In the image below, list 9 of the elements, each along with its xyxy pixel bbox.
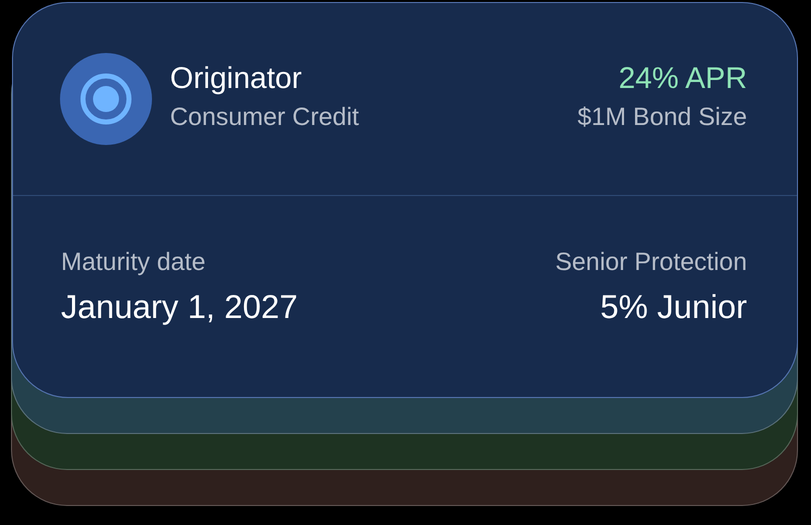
detail-value: January 1, 2027 (61, 287, 298, 327)
detail-label: Senior Protection (555, 247, 747, 278)
detail-value: 5% Junior (600, 287, 747, 327)
bond-size: $1M Bond Size (577, 102, 747, 133)
target-icon (60, 53, 152, 145)
category-label: Consumer Credit (170, 102, 359, 133)
originator-title: Originator (170, 61, 302, 97)
apr-rate: 24% APR (618, 61, 747, 97)
detail-label: Maturity date (61, 247, 206, 278)
